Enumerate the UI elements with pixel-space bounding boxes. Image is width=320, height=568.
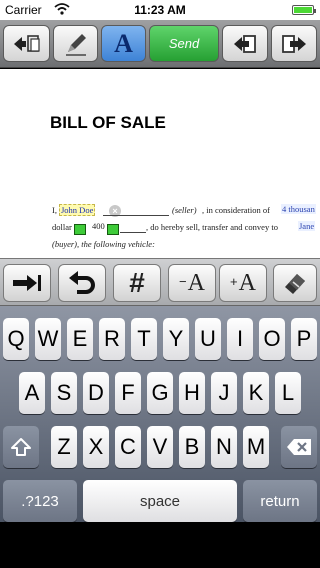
key-m[interactable]: M <box>243 426 269 468</box>
key-e[interactable]: E <box>67 318 93 360</box>
battery-icon <box>292 5 316 15</box>
seller-name-field[interactable]: John Doe <box>59 204 96 216</box>
number-field-button[interactable]: # <box>113 264 161 302</box>
decrease-font-button[interactable]: − A <box>168 264 216 302</box>
increase-font-button[interactable]: + A <box>219 264 267 302</box>
key-b[interactable]: B <box>179 426 205 468</box>
hash-label: # <box>129 267 145 298</box>
backspace-icon <box>287 439 311 455</box>
keyboard: Q W E R T Y U I O P A S D F G H J K L Z … <box>0 306 320 522</box>
key-w[interactable]: W <box>35 318 61 360</box>
key-k[interactable]: K <box>243 372 269 414</box>
tab-button[interactable] <box>3 264 51 302</box>
key-g[interactable]: G <box>147 372 173 414</box>
shift-arrow-icon <box>11 438 31 456</box>
key-v[interactable]: V <box>147 426 173 468</box>
key-f[interactable]: F <box>115 372 141 414</box>
amount-underline <box>120 232 146 233</box>
seller-underline <box>103 215 169 216</box>
key-u[interactable]: U <box>195 318 221 360</box>
return-key[interactable]: return <box>243 480 317 522</box>
key-c[interactable]: C <box>115 426 141 468</box>
key-h[interactable]: H <box>179 372 205 414</box>
key-p[interactable]: P <box>291 318 317 360</box>
import-icon <box>234 34 256 53</box>
line2-mid: , do hereby sell, transfer and convey to <box>146 222 278 232</box>
eraser-button[interactable] <box>273 264 317 302</box>
key-x[interactable]: X <box>83 426 109 468</box>
line2-prefix: dollar <box>52 222 72 232</box>
pencil-button[interactable] <box>53 25 98 62</box>
line1-prefix: I, <box>52 205 57 215</box>
text-tool-button[interactable]: A <box>101 25 146 62</box>
import-button[interactable] <box>222 25 268 62</box>
export-icon <box>282 34 306 53</box>
numbers-key[interactable]: .?123 <box>3 480 77 522</box>
line1-consideration: , in consideration of <box>202 205 270 215</box>
decrease-font-label: A <box>187 269 205 296</box>
amount-number-field[interactable]: 400 <box>92 221 105 231</box>
top-toolbar: A Send <box>0 20 320 68</box>
export-button[interactable] <box>271 25 317 62</box>
document-title: BILL OF SALE <box>50 113 166 132</box>
undo-icon <box>69 271 95 294</box>
text-tool-icon: A <box>114 28 133 58</box>
resize-width-handle[interactable] <box>74 224 86 235</box>
space-key[interactable]: space <box>83 480 237 522</box>
key-a[interactable]: A <box>19 372 45 414</box>
key-t[interactable]: T <box>131 318 157 360</box>
shift-key[interactable] <box>3 426 39 468</box>
key-l[interactable]: L <box>275 372 301 414</box>
key-n[interactable]: N <box>211 426 237 468</box>
key-r[interactable]: R <box>99 318 125 360</box>
backspace-key[interactable] <box>281 426 317 468</box>
undo-button[interactable] <box>58 264 106 302</box>
resize-height-handle[interactable] <box>107 224 119 235</box>
key-z[interactable]: Z <box>51 426 77 468</box>
key-i[interactable]: I <box>227 318 253 360</box>
buyer-name-field[interactable]: Jane <box>298 221 316 231</box>
seller-role: (seller) <box>172 205 197 215</box>
status-bar: Carrier 11:23 AM <box>0 0 320 20</box>
key-s[interactable]: S <box>51 372 77 414</box>
document-view[interactable]: BILL OF SALE I, John Doe × (seller) , in… <box>0 69 320 258</box>
amount-text-field[interactable]: 4 thousan <box>281 204 316 214</box>
bottom-bezel <box>0 522 320 568</box>
tab-arrow-icon <box>13 275 41 291</box>
line3: (buyer), the following vehicle: <box>52 239 155 249</box>
decrease-prefix: − <box>179 273 187 289</box>
key-j[interactable]: J <box>211 372 237 414</box>
pages-button[interactable] <box>3 25 50 62</box>
eraser-icon <box>285 274 305 294</box>
increase-prefix: + <box>230 273 238 289</box>
key-q[interactable]: Q <box>3 318 29 360</box>
key-d[interactable]: D <box>83 372 109 414</box>
send-button[interactable]: Send <box>149 25 219 62</box>
pages-icon <box>13 34 40 52</box>
format-bar: # − A + A <box>0 258 320 306</box>
key-o[interactable]: O <box>259 318 285 360</box>
increase-font-label: A <box>238 269 256 296</box>
clock: 11:23 AM <box>134 3 186 17</box>
pencil-icon <box>65 33 86 56</box>
send-label: Send <box>168 36 200 51</box>
key-y[interactable]: Y <box>163 318 189 360</box>
